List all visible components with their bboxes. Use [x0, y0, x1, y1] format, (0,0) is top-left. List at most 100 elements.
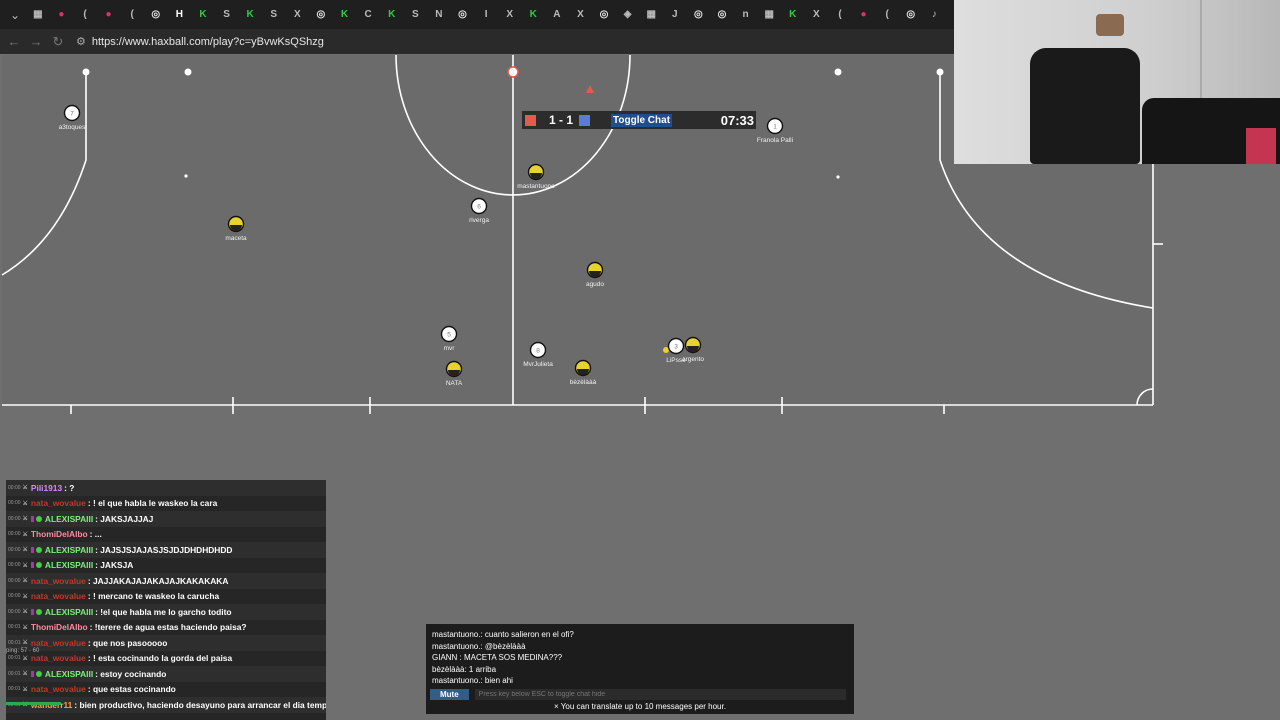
chat-username[interactable]: ThomiDelAlbo: [31, 622, 88, 632]
browser-tab[interactable]: A: [545, 4, 569, 26]
browser-tab[interactable]: X: [569, 4, 593, 26]
browser-tab[interactable]: K: [521, 4, 545, 26]
browser-tab[interactable]: S: [404, 4, 428, 26]
player-number: 5: [447, 332, 451, 339]
browser-tab[interactable]: (: [73, 4, 97, 26]
chat-message-text: : ...: [89, 529, 102, 540]
browser-tab[interactable]: ◎: [451, 4, 475, 26]
webcam-red-object: [1246, 128, 1276, 164]
chat-username[interactable]: ALEXISPAIII: [45, 560, 93, 570]
chat-timestamp: 00:01: [8, 639, 21, 646]
ingame-chat-input-row: Mute: [430, 689, 846, 700]
ping-readout: ping: 57 · 60: [6, 648, 40, 654]
chat-username[interactable]: nata_wovalue: [31, 576, 86, 586]
browser-tab[interactable]: X: [498, 4, 522, 26]
browser-tab[interactable]: C: [356, 4, 380, 26]
browser-tab[interactable]: K: [333, 4, 357, 26]
browser-tab[interactable]: H: [168, 4, 192, 26]
chat-message-text: : ?: [64, 482, 75, 493]
browser-tab[interactable]: ♪: [923, 4, 947, 26]
back-icon[interactable]: ←: [6, 34, 22, 49]
chat-timestamp: 00:00: [8, 484, 21, 491]
browser-tab[interactable]: (: [120, 4, 144, 26]
chat-message-text: : que nos pasooooo: [87, 637, 168, 648]
sword-icon: ⚔: [22, 624, 28, 631]
browser-tab[interactable]: n: [734, 4, 758, 26]
browser-tab[interactable]: ●: [97, 4, 121, 26]
tab-favicon-icon: X: [813, 9, 820, 20]
tab-favicon-icon: (: [838, 9, 842, 20]
tab-favicon-icon: S: [411, 9, 419, 20]
browser-tab[interactable]: X: [805, 4, 829, 26]
browser-tab[interactable]: K: [380, 4, 404, 26]
browser-tab[interactable]: I: [474, 4, 498, 26]
chat-username[interactable]: nata_wovalue: [31, 591, 86, 601]
chat-username[interactable]: nata_wovalue: [31, 638, 86, 648]
chat-username[interactable]: nata_wovalue: [31, 653, 86, 663]
tab-favicon-icon: ●: [105, 9, 112, 20]
subscriber-badge-icon: [35, 546, 42, 553]
browser-tab[interactable]: S: [262, 4, 286, 26]
browser-tab[interactable]: K: [238, 4, 262, 26]
browser-tab[interactable]: S: [215, 4, 239, 26]
chat-username[interactable]: ThomiDelAlbo: [31, 529, 88, 539]
game-timer: 07:33: [720, 112, 754, 128]
browser-tab[interactable]: ●: [852, 4, 876, 26]
toggle-chat-button[interactable]: Toggle Chat: [611, 113, 673, 127]
chat-username[interactable]: nata_wovalue: [31, 498, 86, 508]
forward-icon[interactable]: →: [28, 34, 44, 49]
chat-line: 00:00 ⚔ ALEXISPAIII: !el que habla me lo g…: [6, 604, 326, 620]
browser-tab[interactable]: (: [828, 4, 852, 26]
chat-username[interactable]: nata_wovalue: [31, 684, 86, 694]
chat-timestamp: 00:01: [8, 686, 21, 693]
browser-tab[interactable]: ◈: [616, 4, 640, 26]
reload-icon[interactable]: ↻: [50, 34, 66, 50]
chat-progress-bar: [6, 702, 61, 705]
browser-tab[interactable]: (: [875, 4, 899, 26]
player-name: bèzèlààà: [570, 379, 597, 386]
tab-favicon-icon: J: [672, 9, 678, 20]
chat-username[interactable]: ALEXISPAIII: [45, 607, 93, 617]
browser-tab[interactable]: ▦: [757, 4, 781, 26]
player-yellow: NATA: [445, 360, 463, 387]
browser-tab[interactable]: K: [191, 4, 215, 26]
chat-username[interactable]: ALEXISPAIII: [45, 545, 93, 555]
tab-favicon-icon: n: [742, 9, 749, 20]
browser-tab[interactable]: N: [427, 4, 451, 26]
browser-tab[interactable]: ▦: [639, 4, 663, 26]
chat-username[interactable]: ALEXISPAIII: [45, 514, 93, 524]
browser-tab[interactable]: J: [663, 4, 687, 26]
browser-tab[interactable]: ◎: [144, 4, 168, 26]
tab-favicon-icon: K: [199, 9, 207, 20]
ball: [507, 66, 519, 78]
browser-tab[interactable]: ▦: [26, 4, 50, 26]
browser-tab[interactable]: ◎: [687, 4, 711, 26]
subscriber-badge-icon: [35, 562, 42, 569]
browser-tab[interactable]: ◎: [899, 4, 923, 26]
chat-line: 00:01 ⚔ ThomiDelAlbo: !terere de agua esta…: [6, 620, 326, 636]
tab-search-icon[interactable]: ⌄: [4, 4, 26, 26]
site-info-icon[interactable]: ⚙: [76, 35, 86, 48]
browser-tab[interactable]: ●: [50, 4, 74, 26]
ingame-chat-message: mastantuono.: bien ahi: [432, 676, 513, 685]
sword-icon: ⚔: [22, 531, 28, 538]
browser-tab[interactable]: K: [781, 4, 805, 26]
chat-line: 00:00 ⚔ Pili1913: ?: [6, 480, 326, 496]
browser-tab[interactable]: X: [286, 4, 310, 26]
chat-username[interactable]: Pili1913: [31, 483, 62, 493]
chat-line: 00:00 ⚔ ALEXISPAIII: JAKSJA: [6, 558, 326, 574]
webcam-chair: [1030, 48, 1140, 164]
mute-button[interactable]: Mute: [430, 689, 469, 700]
browser-tab[interactable]: ◎: [592, 4, 616, 26]
chat-username[interactable]: ALEXISPAIII: [45, 669, 93, 679]
vip-badge-icon: [30, 546, 34, 553]
url-field[interactable]: ⚙ https://www.haxball.com/play?c=yBvwKsQ…: [76, 32, 324, 52]
stream-chat-overlay: 00:00 ⚔ Pili1913: ? 00:00 ⚔ nata_wovalue: ! e…: [6, 480, 326, 720]
chat-line: 00:00 ⚔ nata_wovalue: JAJJAKAJAJAKAJAJKAKA…: [6, 573, 326, 589]
subscriber-badge-icon: [35, 670, 42, 677]
tab-favicon-icon: X: [577, 9, 584, 20]
tab-favicon-icon: ◈: [623, 9, 632, 20]
chat-input[interactable]: [474, 689, 846, 700]
browser-tab[interactable]: ◎: [710, 4, 734, 26]
browser-tab[interactable]: ◎: [309, 4, 333, 26]
